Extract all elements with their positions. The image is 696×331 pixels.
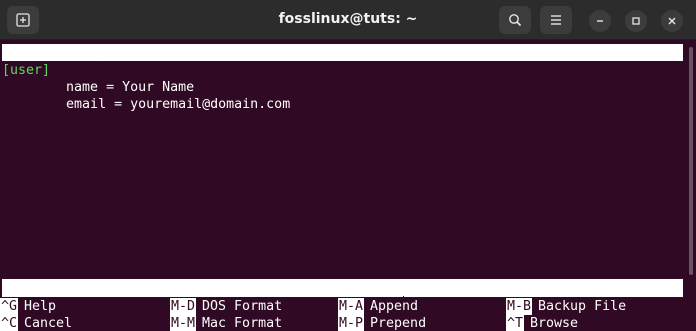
shortcut-cancel[interactable]: ^C Cancel <box>0 315 72 331</box>
shortcut-row-1: ^G Help M-D DOS Format M-A Append M-B Ba… <box>0 298 696 315</box>
shortcut-key: M-P <box>338 315 365 331</box>
shortcut-key: M-A <box>338 298 365 315</box>
shortcut-row-2: ^C Cancel M-M Mac Format M-P Prepend ^T … <box>0 315 696 331</box>
shortcut-key: ^G <box>0 298 19 315</box>
menu-button[interactable] <box>540 6 572 34</box>
shortcut-dos-format[interactable]: M-D DOS Format <box>170 298 282 315</box>
shortcut-label: DOS Format <box>202 299 283 314</box>
shortcut-label: Mac Format <box>202 316 283 331</box>
nano-header-bar: GNU nano 6.2 /home/fosslinux/.gitconfig … <box>2 44 683 94</box>
shortcut-append[interactable]: M-A Append <box>338 298 418 315</box>
shortcut-label: Help <box>24 299 57 314</box>
terminal-scrollbar[interactable] <box>686 41 696 331</box>
minimize-button[interactable] <box>589 10 611 32</box>
shortcut-prepend[interactable]: M-P Prepend <box>338 315 426 331</box>
save-prompt-bar: File Name to Write: /home/fosslinux/.git… <box>2 279 683 312</box>
buffer-line-3[interactable]: email = youremail@domain.com <box>2 96 290 113</box>
buffer-line-2[interactable]: name = Your Name <box>2 79 194 96</box>
close-button[interactable] <box>661 10 683 32</box>
shortcut-label: Append <box>370 299 419 314</box>
maximize-icon <box>632 17 640 25</box>
close-icon <box>668 17 676 25</box>
shortcut-browse[interactable]: ^T Browse <box>506 315 578 331</box>
nano-filename: /home/fosslinux/.gitconfig * <box>259 79 484 94</box>
shortcut-key: M-M <box>170 315 197 331</box>
minimize-icon <box>597 20 603 22</box>
buffer-line-1[interactable]: [user] <box>2 62 50 79</box>
shortcut-label: Backup File <box>538 299 627 314</box>
search-button[interactable] <box>499 6 531 34</box>
maximize-button[interactable] <box>625 10 647 32</box>
hamburger-menu-icon <box>551 15 561 25</box>
window-titlebar: fosslinux@tuts: ~ <box>0 0 696 40</box>
shortcut-backup-file[interactable]: M-B Backup File <box>506 298 626 315</box>
terminal-area[interactable]: GNU nano 6.2 /home/fosslinux/.gitconfig … <box>0 41 696 331</box>
shortcut-key: M-B <box>506 298 533 315</box>
shortcut-key: ^T <box>506 315 525 331</box>
shortcut-mac-format[interactable]: M-M Mac Format <box>170 315 282 331</box>
scrollbar-thumb[interactable] <box>689 47 693 275</box>
search-icon <box>509 14 522 27</box>
shortcut-key: ^C <box>0 315 19 331</box>
shortcut-key: M-D <box>170 298 197 315</box>
shortcut-label: Prepend <box>370 316 427 331</box>
shortcut-label: Browse <box>530 316 579 331</box>
shortcut-help[interactable]: ^G Help <box>0 298 56 315</box>
shortcut-label: Cancel <box>24 316 73 331</box>
